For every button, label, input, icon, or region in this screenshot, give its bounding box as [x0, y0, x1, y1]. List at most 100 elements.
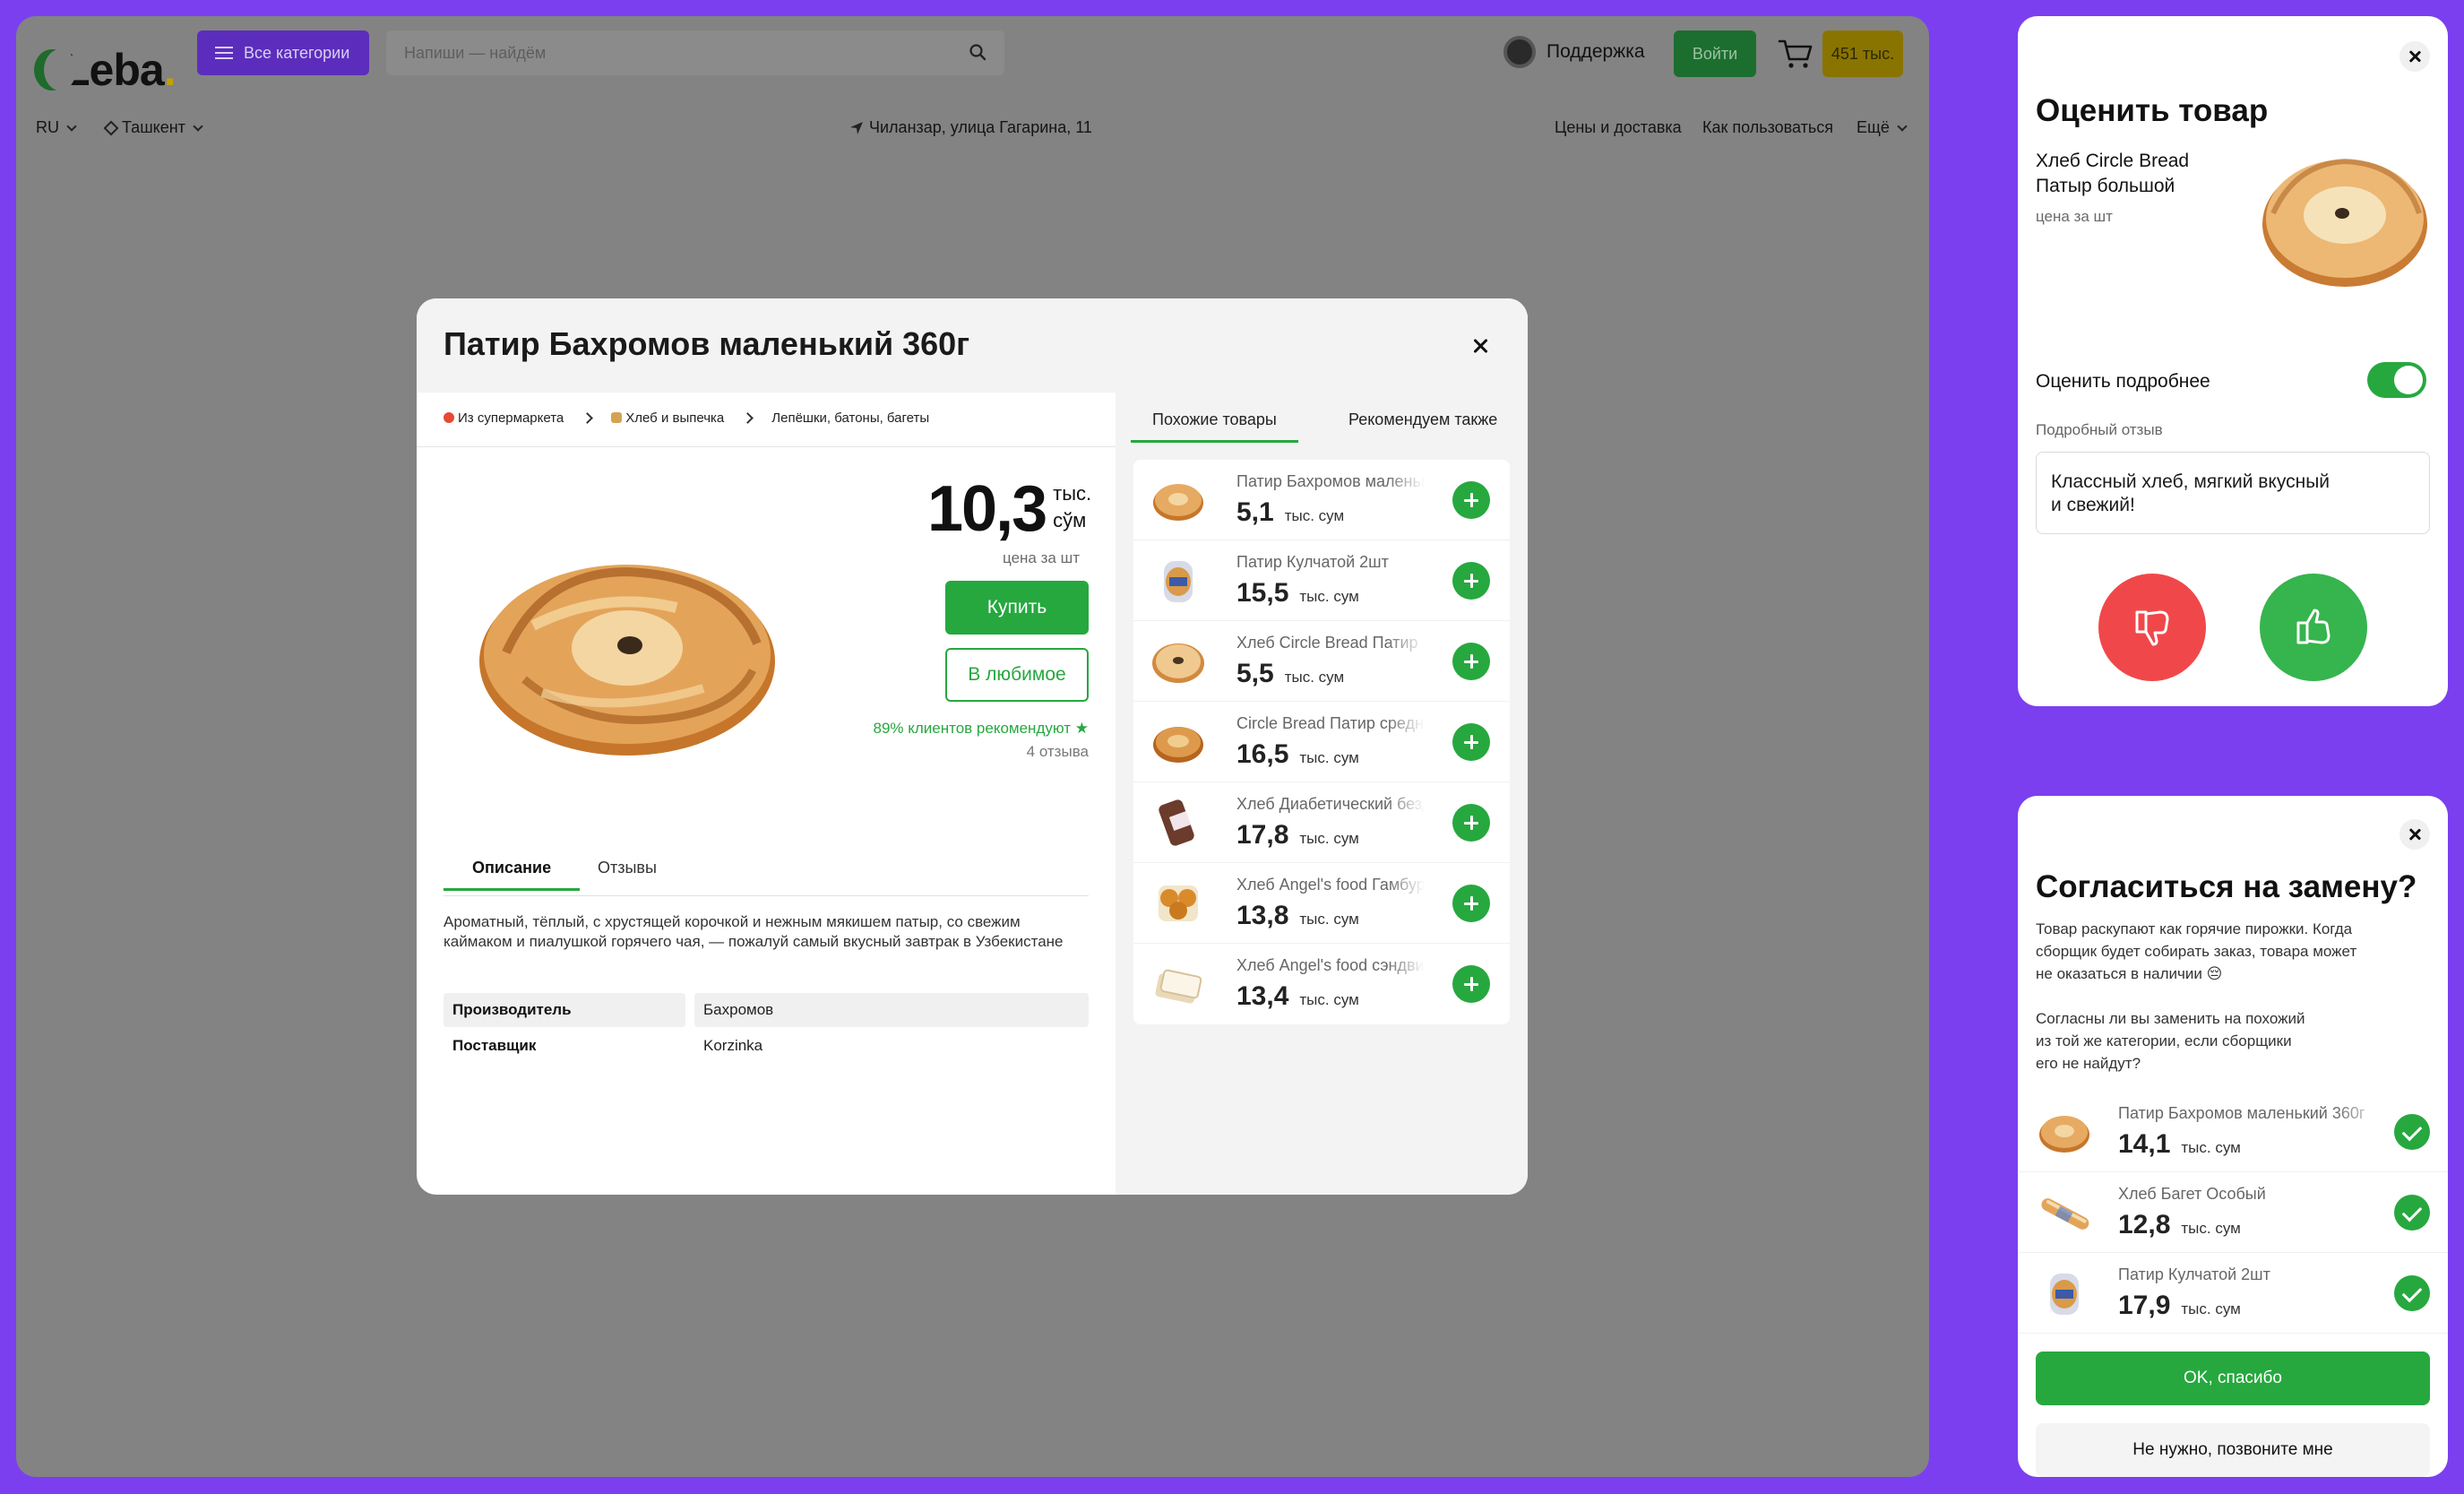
- item-price-value: 5,5: [1236, 659, 1274, 688]
- chevron-down-icon: [193, 120, 203, 132]
- detail-toggle-label: Оценить подробнее: [2036, 371, 2210, 392]
- product-tabs: Описание Отзывы: [444, 859, 1089, 896]
- checkmark-icon[interactable]: [2394, 1275, 2430, 1311]
- checkmark-icon[interactable]: [2394, 1195, 2430, 1231]
- price-currency: тыс. сўм: [1053, 480, 1098, 534]
- substitute-item[interactable]: Патир Бахромов маленький 360г 14,1 тыс. с…: [2018, 1092, 2448, 1172]
- list-item[interactable]: Патир Кулчатой 2шт 15,5 тыс. сум: [1133, 540, 1510, 621]
- tab-description[interactable]: Описание: [444, 859, 581, 891]
- address-link[interactable]: Чиланзар, улица Гагарина, 11: [849, 118, 1092, 137]
- close-icon[interactable]: [1469, 334, 1492, 358]
- item-name: Хлеб Багет Особый: [2118, 1185, 2266, 1203]
- substitute-item[interactable]: Хлеб Багет Особый 12,8 тыс. сум: [2018, 1172, 2448, 1253]
- logo[interactable]: Leba.: [34, 30, 177, 109]
- buy-button[interactable]: Купить: [945, 581, 1089, 635]
- list-item[interactable]: Circle Bread Патир средний 16,5 тыс. сум: [1133, 702, 1510, 782]
- product-title: Патир Бахромов маленький 360г: [444, 325, 970, 362]
- call-me-button[interactable]: Не нужно, позвоните мне: [2036, 1423, 2430, 1477]
- login-button[interactable]: Войти: [1674, 30, 1756, 77]
- modal-header: Патир Бахромов маленький 360г: [417, 298, 1528, 393]
- related-list: Патир Бахромов маленький 5,1 тыс. сум Пат…: [1133, 460, 1510, 1024]
- breadcrumb-item[interactable]: Хлеб и выпечка: [611, 410, 724, 426]
- support-link[interactable]: Поддержка: [1503, 36, 1645, 68]
- list-item[interactable]: Хлеб Angel's food Гамбургер 13,8 тыс. сум: [1133, 863, 1510, 944]
- product-thumbnail: [2041, 1198, 2089, 1230]
- add-to-cart-button[interactable]: [1452, 965, 1490, 1003]
- rated-product-image: [2262, 158, 2427, 287]
- item-price: 14,1 тыс. сум: [2118, 1129, 2241, 1160]
- close-icon[interactable]: [2399, 41, 2430, 72]
- recommendation-rate: 89% клиентов рекомендуют ★: [873, 720, 1089, 737]
- product-thumbnail: [1159, 885, 1198, 921]
- city-select[interactable]: Ташкент: [103, 118, 203, 137]
- add-to-cart-button[interactable]: [1452, 885, 1490, 922]
- thumbs-down-icon: [2135, 610, 2169, 646]
- breadcrumb: Из супермаркета Хлеб и выпечка Лепёшки, …: [444, 410, 929, 426]
- tab-similar[interactable]: Похожие товары: [1131, 410, 1298, 443]
- add-to-cart-button[interactable]: [1452, 804, 1490, 842]
- all-categories-button[interactable]: Все категории: [197, 30, 369, 75]
- cart-total-badge[interactable]: 451 тыс.: [1822, 30, 1903, 77]
- close-icon[interactable]: [2399, 819, 2430, 850]
- item-name: Хлеб Angel's food Гамбургер: [1236, 876, 1425, 894]
- search-icon[interactable]: [969, 43, 986, 61]
- search-input[interactable]: Напиши — найдём: [386, 30, 1004, 75]
- nav-link-howto[interactable]: Как пользоваться: [1702, 118, 1833, 137]
- favorite-button[interactable]: В любимое: [945, 648, 1089, 702]
- thumbs-down-button[interactable]: [2098, 574, 2206, 681]
- tomato-icon: [444, 412, 454, 423]
- item-price: 5,1 тыс. сум: [1236, 497, 1344, 528]
- support-agent-icon: [1503, 36, 1536, 68]
- list-item[interactable]: Хлеб Диабетический бездрожжевой 17,8 тыс.…: [1133, 782, 1510, 863]
- item-price-value: 17,9: [2118, 1291, 2171, 1320]
- breadcrumb-item[interactable]: Из супермаркета: [444, 410, 564, 426]
- item-price-unit: тыс. сум: [1299, 991, 1359, 1008]
- nav-more[interactable]: Ещё: [1857, 118, 1908, 137]
- navigation-arrow-icon: [850, 121, 863, 134]
- list-item[interactable]: Хлеб Circle Bread Патир большой 5,5 тыс. …: [1133, 621, 1510, 702]
- reviews-count-link[interactable]: 4 отзыва: [775, 743, 1089, 761]
- item-price-unit: тыс. сум: [2181, 1139, 2241, 1156]
- divider: [417, 446, 1116, 447]
- nav-link-prices[interactable]: Цены и доставка: [1555, 118, 1682, 137]
- thumbs-up-button[interactable]: [2260, 574, 2367, 681]
- add-to-cart-button[interactable]: [1452, 723, 1490, 761]
- substitute-item[interactable]: Патир Кулчатой 2шт 17,9 тыс. сум: [2018, 1253, 2448, 1334]
- list-item[interactable]: Патир Бахромов маленький 5,1 тыс. сум: [1133, 460, 1510, 540]
- add-to-cart-button[interactable]: [1452, 643, 1490, 680]
- breadcrumb-item[interactable]: Лепёшки, батоны, багеты: [771, 410, 929, 426]
- item-price-unit: тыс. сум: [2181, 1300, 2241, 1317]
- item-name: Хлеб Circle Bread Патир большой: [1236, 634, 1425, 652]
- checkmark-icon[interactable]: [2394, 1114, 2430, 1150]
- explanation-line: не оказаться в наличии 😔: [2036, 965, 2223, 982]
- city-label: Ташкент: [122, 118, 185, 136]
- add-to-cart-button[interactable]: [1452, 481, 1490, 519]
- item-price-value: 13,4: [1236, 981, 1289, 1011]
- item-price-unit: тыс. сум: [1299, 830, 1359, 847]
- location-pin-icon: [103, 120, 119, 135]
- review-textarea[interactable]: Классный хлеб, мягкий вкусный и свежий!: [2036, 452, 2430, 534]
- rate-panel: Оценить товар Хлеб Circle Bread Патыр бо…: [2018, 16, 2448, 706]
- rated-product-name-line1: Хлеб Circle Bread: [2036, 151, 2190, 171]
- add-to-cart-button[interactable]: [1452, 562, 1490, 600]
- product-modal: Патир Бахромов маленький 360г Из суперма…: [417, 298, 1528, 1195]
- rated-product-name: Хлеб Circle Bread Патыр большой: [2036, 149, 2189, 199]
- ok-button[interactable]: OK, спасибо: [2036, 1352, 2430, 1405]
- menu-icon: [215, 47, 233, 59]
- item-price-unit: тыс. сум: [1299, 749, 1359, 766]
- item-name: Патир Бахромов маленький 360г: [2118, 1104, 2365, 1122]
- chevron-right-icon: [582, 412, 594, 424]
- logo-text: Leba: [63, 45, 165, 95]
- tab-recommended[interactable]: Рекомендуем также: [1348, 410, 1497, 440]
- item-price-unit: тыс. сум: [2181, 1220, 2241, 1237]
- item-price: 17,8 тыс. сум: [1236, 820, 1359, 851]
- language-select[interactable]: RU: [36, 118, 77, 137]
- tab-reviews[interactable]: Отзывы: [598, 859, 657, 888]
- product-thumbnail: [1153, 727, 1203, 763]
- price: 10,3 тыс. сўм: [927, 473, 1098, 545]
- cart-icon[interactable]: [1778, 38, 1814, 70]
- product-description: Ароматный, тёплый, с хрустящей корочкой …: [444, 913, 1064, 950]
- detail-toggle[interactable]: [2367, 362, 2426, 398]
- chevron-right-icon: [742, 412, 754, 424]
- list-item[interactable]: Хлеб Angel's food сэндвич 13,4 тыс. сум: [1133, 944, 1510, 1024]
